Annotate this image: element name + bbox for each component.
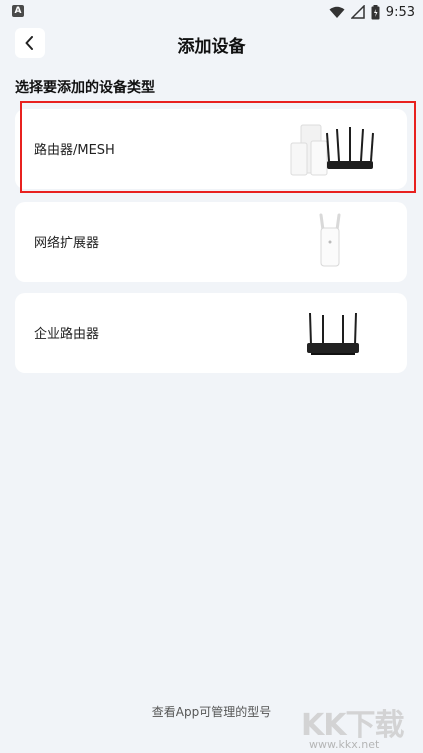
watermark: KK下载 www.kkx.net [301,700,405,752]
watermark-url: www.kkx.net [309,738,380,751]
device-type-card-enterprise-router[interactable]: 企业路由器 [15,293,407,373]
extender-image [319,213,341,267]
status-time: 9:53 [385,4,415,20]
status-icons: 9:53 [329,3,415,21]
status-bar: A 9:53 [0,0,423,24]
enterprise-router-image [307,312,359,355]
selection-highlight [20,101,416,193]
device-type-label: 企业路由器 [34,327,100,342]
signal-icon [350,5,365,19]
battery-icon [371,4,380,19]
notification-app-icon: A [12,5,24,17]
header: 添加设备 [0,24,423,64]
page-title: 添加设备 [177,37,246,57]
device-type-card-extender[interactable]: 网络扩展器 [15,202,407,282]
wifi-icon [329,6,345,18]
device-type-label: 网络扩展器 [34,236,100,251]
section-label: 选择要添加的设备类型 [15,80,155,96]
